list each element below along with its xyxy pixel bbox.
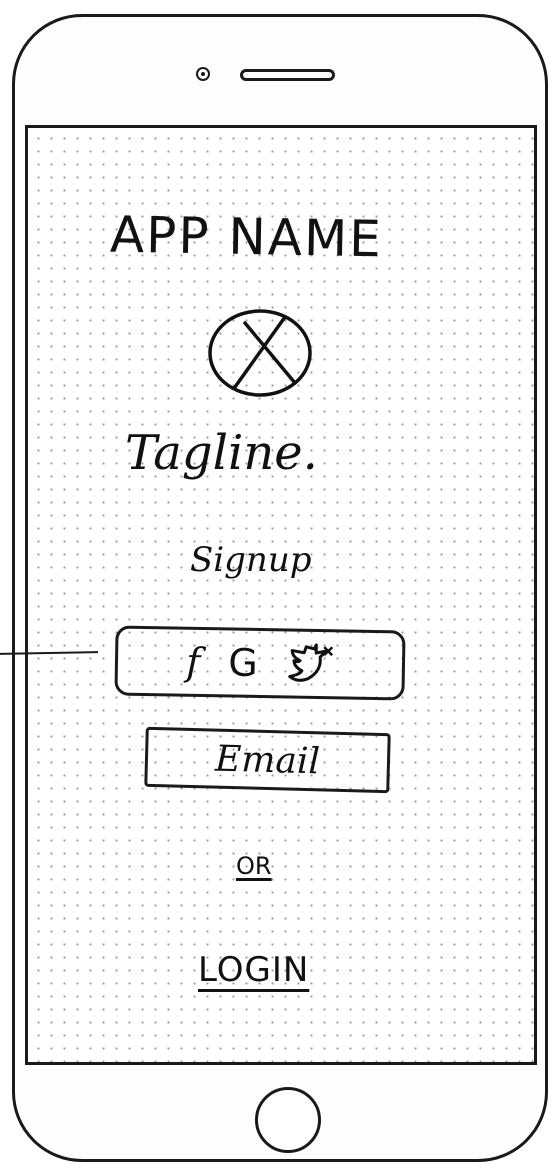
home-button[interactable] bbox=[255, 1087, 321, 1153]
speaker-slot bbox=[240, 69, 335, 81]
email-button-label: Email bbox=[214, 738, 321, 782]
signup-heading: Signup bbox=[190, 540, 312, 580]
social-signup-row: f G bbox=[114, 625, 406, 701]
or-divider-text: OR bbox=[236, 852, 272, 880]
facebook-icon[interactable]: f bbox=[186, 640, 201, 684]
front-camera-icon bbox=[196, 67, 210, 81]
twitter-bird-icon[interactable] bbox=[285, 642, 334, 685]
google-icon[interactable]: G bbox=[228, 640, 258, 685]
login-link[interactable]: LOGIN bbox=[198, 950, 309, 990]
app-name-title: APP NAME bbox=[109, 205, 384, 269]
email-signup-button[interactable]: Email bbox=[144, 726, 391, 794]
x-placeholder-icon bbox=[208, 309, 312, 397]
tagline-text: Tagline. bbox=[125, 425, 318, 481]
